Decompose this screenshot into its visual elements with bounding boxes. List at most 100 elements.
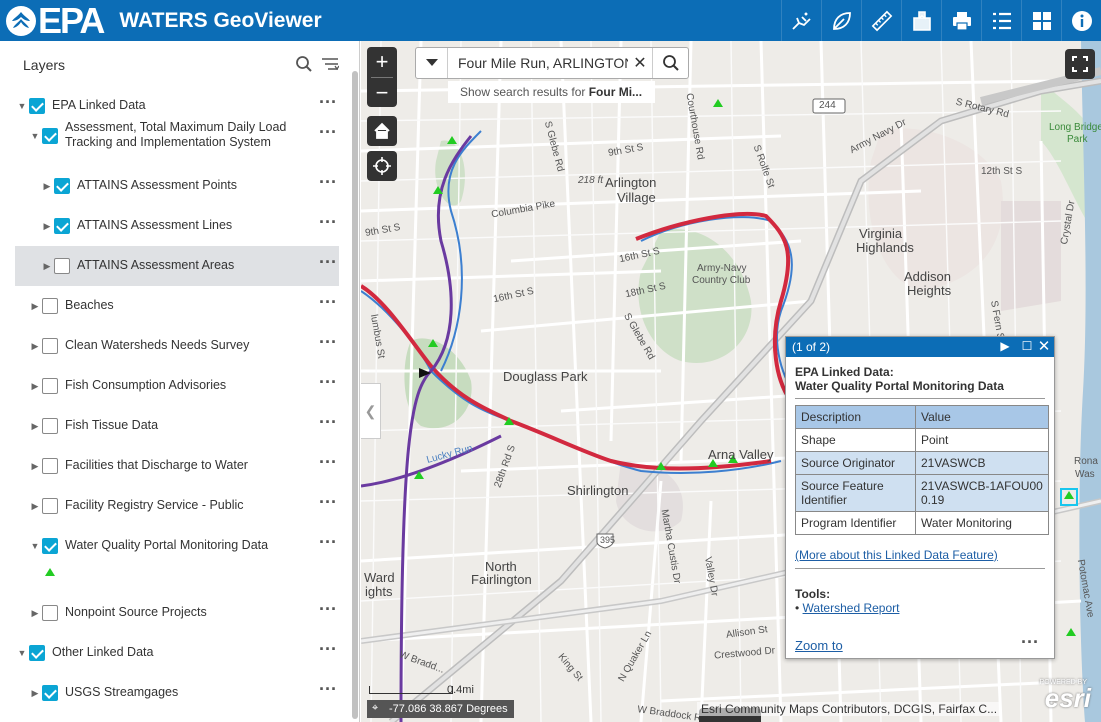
caret-right-icon[interactable]: ▶: [30, 341, 40, 351]
search-input[interactable]: [448, 48, 628, 78]
locate-button[interactable]: [367, 151, 397, 181]
layer-row[interactable]: ▶ ATTAINS Assessment Lines ···: [15, 206, 339, 246]
maximize-popup-button[interactable]: ☐: [1020, 339, 1034, 353]
zoom-out-button[interactable]: −: [376, 78, 389, 107]
about-button[interactable]: [1061, 0, 1101, 41]
measure-button[interactable]: [861, 0, 901, 41]
watershed-report-link[interactable]: Watershed Report: [803, 601, 900, 615]
measure-walk-button[interactable]: [781, 0, 821, 41]
layer-options-button[interactable]: ···: [317, 680, 339, 701]
scrollbar[interactable]: [352, 71, 358, 719]
layer-checkbox[interactable]: [54, 218, 70, 234]
clear-search-button[interactable]: ✕: [628, 48, 652, 78]
place-label: ights: [365, 584, 393, 599]
caret-right-icon[interactable]: ▶: [30, 301, 40, 311]
search-source-dropdown[interactable]: [416, 48, 448, 78]
layer-checkbox[interactable]: [42, 338, 58, 354]
caret-down-icon[interactable]: ▼: [17, 101, 27, 111]
layer-checkbox[interactable]: [54, 258, 70, 274]
panel-title: Layers: [23, 57, 66, 73]
search-button[interactable]: [652, 48, 688, 78]
layer-row[interactable]: ▼ Assessment, Total Maximum Daily Load Tr…: [15, 116, 339, 156]
zoom-in-button[interactable]: +: [376, 47, 389, 77]
caret-right-icon[interactable]: ▶: [30, 421, 40, 431]
esri-logo[interactable]: esri: [1045, 683, 1091, 714]
search-icon[interactable]: [295, 55, 313, 73]
layer-checkbox[interactable]: [54, 178, 70, 194]
caret-right-icon[interactable]: ▶: [30, 381, 40, 391]
layer-row[interactable]: ▶ Beaches ···: [15, 286, 339, 326]
layer-options-button[interactable]: ···: [317, 123, 339, 144]
layer-row[interactable]: ▼ Water Quality Portal Monitoring Data ···: [15, 526, 339, 566]
layer-checkbox[interactable]: [42, 458, 58, 474]
layer-options-button[interactable]: ···: [317, 333, 339, 354]
grid-icon: [1032, 11, 1051, 30]
caret-down-icon[interactable]: ▼: [30, 541, 40, 551]
fullscreen-button[interactable]: [1065, 49, 1095, 79]
caret-down-icon[interactable]: ▼: [30, 131, 40, 141]
layer-row[interactable]: ▶ Fish Tissue Data ···: [15, 406, 339, 446]
bookmark-button[interactable]: [901, 0, 941, 41]
map-attribution[interactable]: Esri Community Maps Contributors, DCGIS,…: [697, 702, 1002, 716]
layer-list-button[interactable]: [981, 0, 1021, 41]
zoom-control: + −: [367, 47, 397, 107]
filter-sort-icon[interactable]: [321, 55, 339, 73]
layer-row[interactable]: ▶ Fish Consumption Advisories ···: [15, 366, 339, 406]
next-feature-button[interactable]: ▶: [998, 339, 1012, 353]
layer-label: ATTAINS Assessment Points: [77, 178, 238, 192]
layer-row[interactable]: ▶ ATTAINS Assessment Points ···: [15, 166, 339, 206]
layer-checkbox[interactable]: [42, 498, 58, 514]
layer-options-button[interactable]: ···: [317, 600, 339, 621]
layer-row[interactable]: ▶ Clean Watersheds Needs Survey ···: [15, 326, 339, 366]
layer-options-button[interactable]: ···: [317, 533, 339, 554]
layer-row[interactable]: ▼ Other Linked Data ···: [15, 633, 339, 673]
layer-options-button[interactable]: ···: [317, 373, 339, 394]
collapse-panel-button[interactable]: ❮: [361, 383, 381, 439]
layer-checkbox[interactable]: [42, 128, 58, 144]
layer-options-button[interactable]: ···: [317, 493, 339, 514]
layer-options-button[interactable]: ···: [317, 213, 339, 234]
caret-right-icon[interactable]: ▶: [30, 688, 40, 698]
layer-options-button[interactable]: ···: [317, 293, 339, 314]
layer-checkbox[interactable]: [42, 298, 58, 314]
layer-options-button[interactable]: ···: [317, 253, 339, 274]
basemap-gallery-button[interactable]: [1021, 0, 1061, 41]
layer-row[interactable]: ▶ Nonpoint Source Projects ···: [15, 593, 339, 633]
caret-right-icon[interactable]: ▶: [30, 501, 40, 511]
layer-options-button[interactable]: ···: [317, 413, 339, 434]
layer-checkbox[interactable]: [29, 98, 45, 114]
caret-right-icon[interactable]: ▶: [42, 221, 52, 231]
layer-checkbox[interactable]: [42, 605, 58, 621]
layer-row[interactable]: ▶ Facilities that Discharge to Water ···: [15, 446, 339, 486]
print-button[interactable]: [941, 0, 981, 41]
cell-value: 21VASWCB: [915, 451, 1049, 475]
more-actions-button[interactable]: ···: [1021, 632, 1039, 653]
layer-checkbox[interactable]: [42, 378, 58, 394]
epa-logo[interactable]: EPA: [6, 0, 105, 41]
elevation-label: 218 ft: [578, 175, 604, 186]
layer-checkbox[interactable]: [42, 418, 58, 434]
layer-checkbox[interactable]: [42, 685, 58, 701]
layer-options-button[interactable]: ···: [317, 93, 339, 114]
layer-options-button[interactable]: ···: [317, 640, 339, 661]
map-view[interactable]: Arlington Village Virginia Highlands Add…: [361, 41, 1101, 722]
more-info-link[interactable]: (More about this Linked Data Feature): [795, 548, 998, 562]
draw-button[interactable]: [821, 0, 861, 41]
caret-right-icon[interactable]: ▶: [42, 261, 52, 271]
layer-row[interactable]: ▶ Facility Registry Service - Public ···: [15, 486, 339, 526]
search-suggestion[interactable]: Show search results for Four Mi...: [448, 81, 655, 103]
layer-checkbox[interactable]: [42, 538, 58, 554]
layer-options-button[interactable]: ···: [317, 453, 339, 474]
layer-row[interactable]: ▶ ATTAINS Assessment Areas ···: [15, 246, 339, 286]
caret-down-icon[interactable]: ▼: [17, 648, 27, 658]
caret-right-icon[interactable]: ▶: [30, 608, 40, 618]
caret-right-icon[interactable]: ▶: [42, 181, 52, 191]
layer-checkbox[interactable]: [29, 645, 45, 661]
layer-row[interactable]: ▶ USGS Streamgages ···: [15, 673, 339, 713]
coordinate-readout[interactable]: ⌖ -77.086 38.867 Degrees: [367, 700, 514, 718]
zoom-to-link[interactable]: Zoom to: [795, 638, 843, 653]
layer-options-button[interactable]: ···: [317, 173, 339, 194]
home-button[interactable]: [367, 116, 397, 146]
caret-right-icon[interactable]: ▶: [30, 461, 40, 471]
close-popup-button[interactable]: ✕: [1037, 338, 1051, 355]
